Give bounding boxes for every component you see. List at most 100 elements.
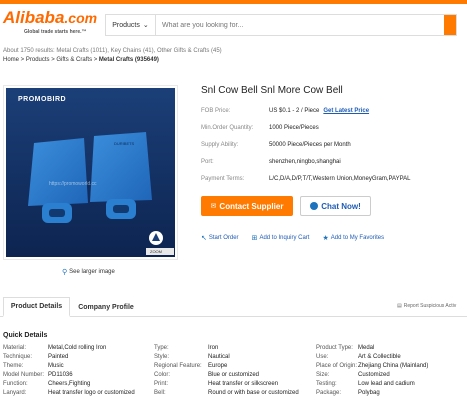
product-actions: ↖ Start Order ⊞ Add to Inquiry Cart ★ Ad…: [201, 234, 397, 242]
chevron-down-icon: ⌄: [142, 22, 149, 29]
qd-value: Music: [48, 362, 64, 369]
qd-value: Iron: [208, 344, 219, 351]
qd-value: Round or with base or customized: [208, 389, 299, 396]
see-larger-image-link[interactable]: ⚲ See larger image: [62, 268, 115, 276]
qd-value: Europe: [208, 362, 228, 369]
add-favorites-label: Add to My Favorites: [330, 235, 385, 241]
product-title: Snl Cow Bell Snl More Cow Bell: [201, 85, 343, 96]
search-input[interactable]: [156, 15, 444, 35]
qd-value: Heat transfer or silkscreen: [208, 380, 279, 387]
payment-value: L/C,D/A,D/P,T/T,Western Union,MoneyGram,…: [269, 175, 411, 182]
breadcrumb-products[interactable]: Products: [26, 57, 50, 63]
search-category-select[interactable]: Products ⌄: [106, 15, 156, 35]
logo-text: Alibaba: [3, 8, 65, 27]
qd-value: Heat transfer logo or customized: [48, 389, 135, 396]
breadcrumb-gifts-crafts[interactable]: Gifts & Crafts: [56, 57, 92, 63]
image-watermark: https://promoworld.cc: [49, 181, 97, 187]
star-icon: ★: [322, 235, 329, 242]
qd-label: Place of Origin:: [316, 362, 358, 369]
report-icon: ▤: [397, 303, 402, 309]
product-photo: [6, 88, 175, 257]
qd-label: Style:: [154, 353, 170, 360]
qd-value: Polybag: [358, 389, 380, 396]
get-latest-price-link[interactable]: Get Latest Price: [323, 108, 369, 114]
qd-value: Customized: [358, 371, 390, 378]
add-favorites-link[interactable]: ★ Add to My Favorites: [322, 234, 384, 242]
image-bell-text: DURIBETS: [114, 141, 135, 146]
logo-suffix: .com: [64, 10, 98, 26]
moq-label: Min.Order Quantity:: [201, 124, 254, 131]
table-row: Theme: Music Regional Feature: Europe Pl…: [3, 361, 467, 370]
qd-label: Type:: [154, 344, 169, 351]
brand-strip: [0, 0, 467, 4]
qd-label: Regional Feature:: [154, 362, 202, 369]
qd-label: Testing:: [316, 380, 337, 387]
qd-value: Zhejiang China (Mainland): [358, 362, 429, 369]
see-larger-label: See larger image: [69, 269, 115, 275]
qd-label: Technique:: [3, 353, 33, 360]
port-label: Port:: [201, 158, 214, 165]
image-logo: PROMOBIRD: [18, 96, 67, 103]
qd-label: Theme:: [3, 362, 24, 369]
results-link-other-gifts[interactable]: Other Gifts & Crafts (45): [157, 48, 222, 54]
search-bar: Products ⌄: [105, 14, 457, 36]
top-header: Alibaba.com Global trade starts here.™ P…: [0, 0, 467, 45]
supply-value: 50000 Piece/Pieces per Month: [269, 141, 351, 148]
moq-value: 1000 Piece/Pieces: [269, 124, 319, 131]
tab-company-profile[interactable]: Company Profile: [72, 297, 140, 317]
qd-label: Lanyard:: [3, 389, 27, 396]
table-row: Model Number: PD11036 Color: Blue or cus…: [3, 370, 467, 379]
product-image[interactable]: PROMOBIRD DURIBETS https://promoworld.cc…: [3, 85, 178, 260]
product-info-table: FOB Price: US $0.1 - 2 / Piece Get Lates…: [201, 102, 463, 187]
contact-supplier-button[interactable]: ✉ Contact Supplier: [201, 196, 293, 216]
qd-label: Use:: [316, 353, 329, 360]
qd-value: Blue or customized: [208, 371, 260, 378]
supply-row: Supply Ability: 50000 Piece/Pieces per M…: [201, 136, 463, 153]
quick-details-title: Quick Details: [3, 332, 48, 339]
add-inquiry-cart-link[interactable]: ⊞ Add to Inquiry Cart: [252, 234, 310, 242]
port-value: shenzhen,ningbo,shanghai: [269, 158, 341, 165]
qd-value: Low lead and cadium: [358, 380, 415, 387]
qd-label: Model Number:: [3, 371, 45, 378]
breadcrumb-metal-crafts[interactable]: Metal Crafts (935649): [99, 57, 159, 63]
qd-value: Nautical: [208, 353, 230, 360]
image-zoom-label: ZOOM: [150, 249, 162, 254]
qd-value: Art & Collectible: [358, 353, 401, 360]
qd-label: Size:: [316, 371, 330, 378]
chat-now-label: Chat Now!: [321, 201, 361, 211]
qd-value: Metal,Cold rolling Iron: [48, 344, 107, 351]
alibaba-logo[interactable]: Alibaba.com Global trade starts here.™: [3, 8, 101, 38]
results-link-key-chains[interactable]: Key Chains (41): [111, 48, 154, 54]
qd-label: Bell:: [154, 389, 166, 396]
supply-label: Supply Ability:: [201, 141, 239, 148]
qd-label: Material:: [3, 344, 27, 351]
report-suspicious-link[interactable]: ▤ Report Suspicious Activ: [397, 303, 456, 309]
table-row: Lanyard: Heat transfer logo or customize…: [3, 388, 467, 397]
results-summary: About 1750 results: Metal Crafts (1011),…: [3, 48, 222, 54]
search-button[interactable]: [444, 15, 456, 35]
qd-label: Package:: [316, 389, 342, 396]
add-inquiry-label: Add to Inquiry Cart: [259, 235, 310, 241]
table-row: Technique: Painted Style: Nautical Use: …: [3, 352, 467, 361]
logo-wordmark: Alibaba.com: [3, 8, 97, 28]
fob-label: FOB Price:: [201, 107, 231, 114]
results-prefix: About 1750 results:: [3, 48, 55, 54]
results-link-metal-crafts[interactable]: Metal Crafts (1011): [56, 48, 107, 54]
breadcrumb-separator: >: [19, 57, 26, 63]
port-row: Port: shenzhen,ningbo,shanghai: [201, 153, 463, 170]
start-order-label: Start Order: [208, 235, 239, 241]
breadcrumb: Home > Products > Gifts & Crafts > Metal…: [3, 57, 159, 63]
chat-now-button[interactable]: Chat Now!: [300, 196, 371, 216]
start-order-link[interactable]: ↖ Start Order: [201, 234, 239, 242]
fob-value: US $0.1 - 2 / Piece: [269, 107, 320, 114]
qd-value: Medal: [358, 344, 375, 351]
search-category-label: Products: [112, 21, 140, 29]
tab-product-details[interactable]: Product Details: [3, 297, 70, 317]
breadcrumb-separator: >: [92, 57, 99, 63]
chat-icon: [310, 202, 319, 210]
payment-label: Payment Terms:: [201, 175, 245, 182]
breadcrumb-home[interactable]: Home: [3, 57, 19, 63]
qd-label: Color:: [154, 371, 171, 378]
cart-icon: ⊞: [251, 235, 258, 242]
qd-value: PD11036: [48, 371, 73, 378]
